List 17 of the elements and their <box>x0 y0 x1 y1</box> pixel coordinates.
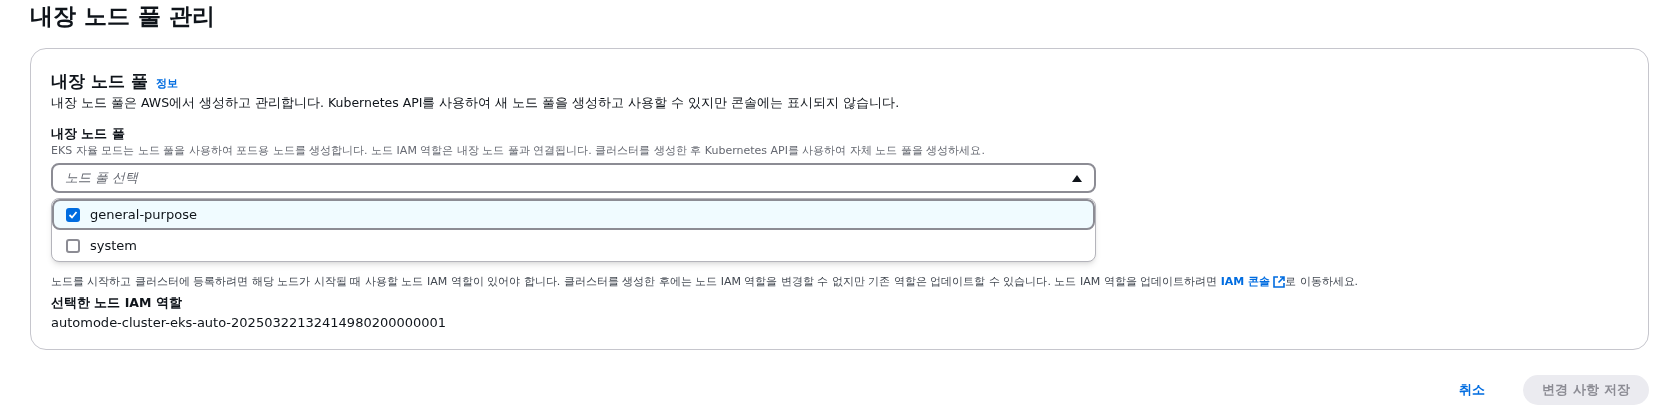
info-link[interactable]: 정보 <box>155 76 178 93</box>
section-title: 내장 노드 풀 <box>51 70 148 93</box>
field-value: automode-cluster-eks-auto-20250322132414980200000001 <box>51 314 448 332</box>
cancel-button[interactable]: 취소 <box>1451 380 1493 400</box>
field-label: 선택한 노드 IAM 역할 <box>51 294 183 312</box>
dropdown-option[interactable]: general-purpose <box>52 199 1095 230</box>
checkbox[interactable] <box>66 207 80 222</box>
section-description: 내장 노드 풀은 AWS에서 생성하고 관리합니다. Kubernetes API를 사용하여 새 노드 풀을 생성하고 사용할 수 있지만 콘솔에는 표시되지 않습니다. <box>51 94 901 112</box>
field-label: 내장 노드 풀 <box>51 125 126 143</box>
node-pool-select[interactable]: 노드 풀 선택 <box>51 163 1096 193</box>
iam-console-link[interactable]: IAM 콘솔 <box>1220 273 1286 290</box>
dropdown-option[interactable]: system <box>52 230 1095 261</box>
page-title: 내장 노드 풀 관리 <box>30 2 216 30</box>
checkbox[interactable] <box>66 238 80 253</box>
field-hint: EKS 자율 모드는 노드 풀을 사용하여 포드용 노드를 생성합니다. 노드 IAM 역할은 내장 노드 풀과 연결됩니다. 클러스터를 생성한 후 Kubernetes API를 사용하여 자체 노드 풀을 생성하세요. <box>51 143 986 159</box>
external-link-icon <box>1273 275 1286 288</box>
field-hint: 노드를 시작하고 클러스터에 등록하려면 해당 노드가 시작될 때 사용할 노드 IAM 역할이 있어야 합니다. 클러스터를 생성한 후에는 노드 IAM 역할을 변경할 수 없지만 기존 역할은 업데이트할 수 있습니다. 노드 IAM 역할을 업데이트하려면 IAM 콘솔 로 이동하세요. <box>51 273 1360 290</box>
